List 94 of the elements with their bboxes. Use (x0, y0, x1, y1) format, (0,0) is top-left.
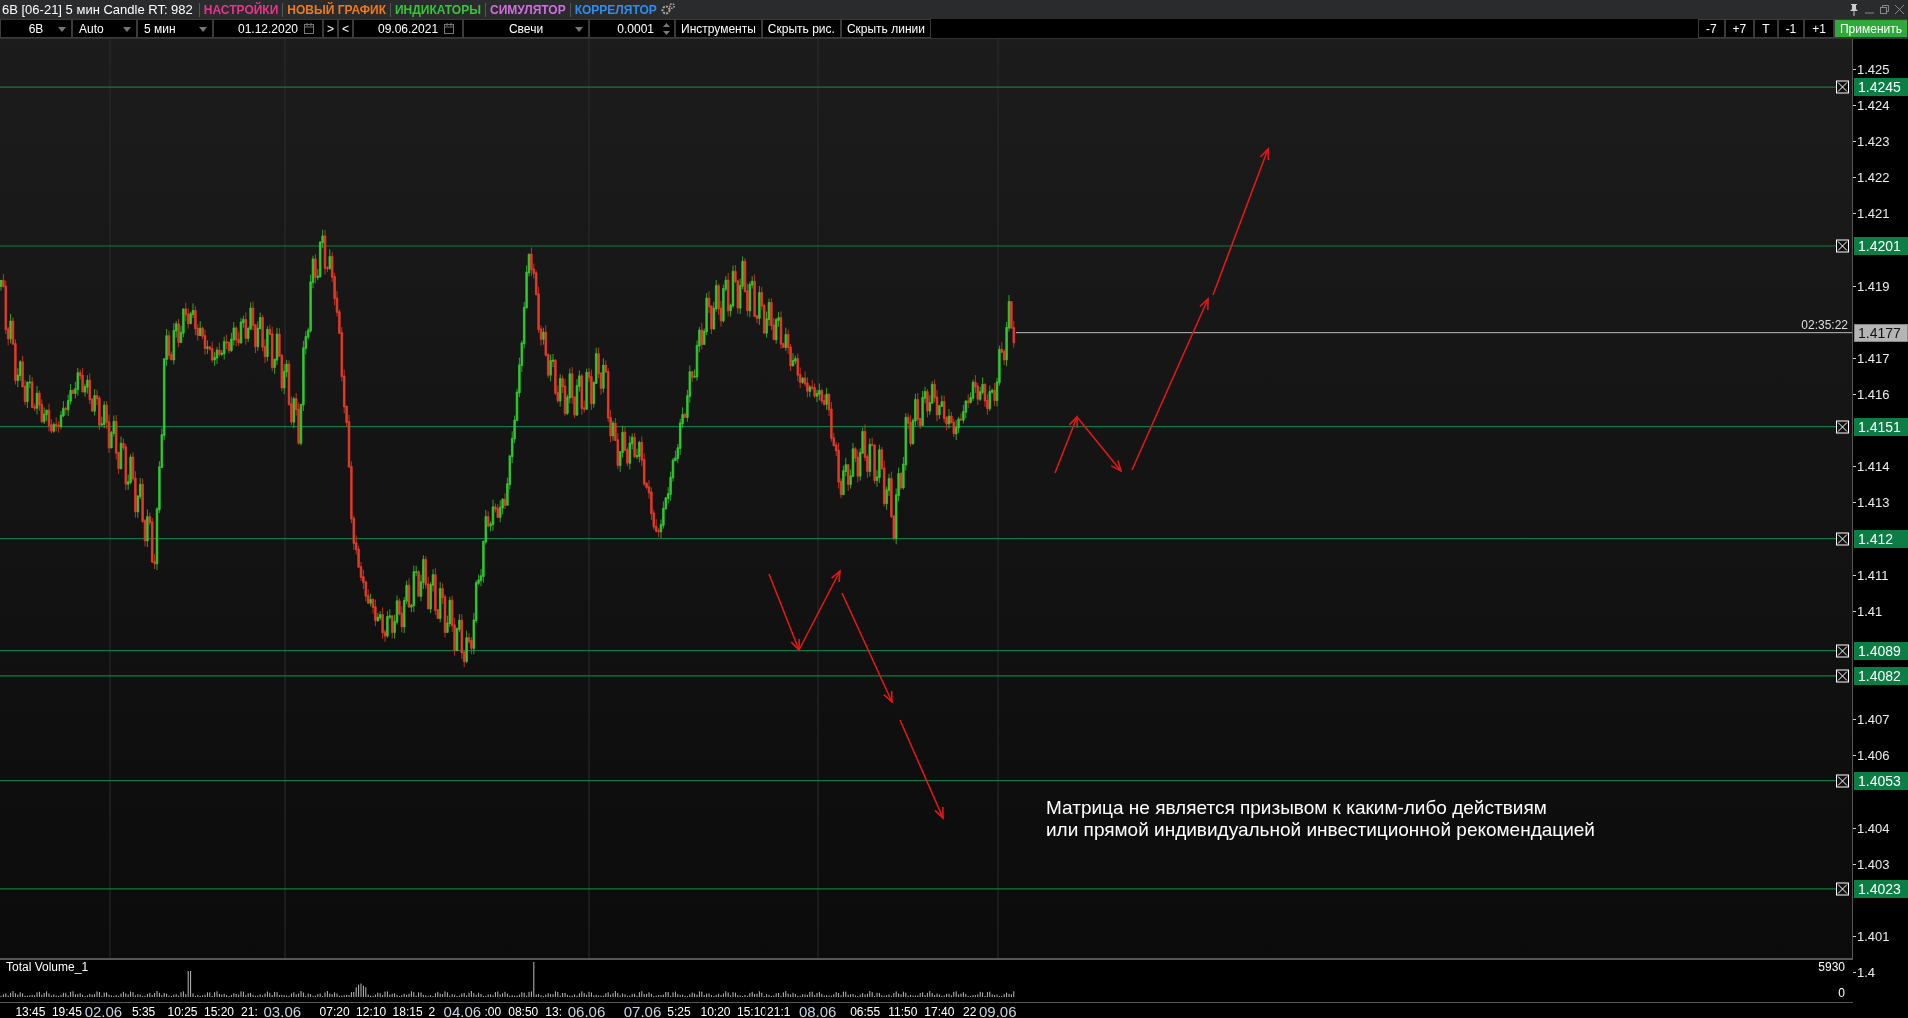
remove-level-icon[interactable] (1836, 80, 1849, 94)
caret-icon (199, 27, 207, 32)
time-label: 15:20 (202, 1005, 237, 1018)
menu-item[interactable]: КОРРЕЛЯТОР (569, 2, 661, 17)
dropdown-field[interactable]: Auto (72, 19, 137, 38)
menu-item[interactable]: СИМУЛЯТОР (484, 2, 570, 17)
price-tick-label: 1.425 (1857, 61, 1890, 77)
caret-icon (575, 27, 584, 32)
gears-icon[interactable] (660, 3, 675, 16)
level-price-label: 1.4201 (1854, 237, 1908, 255)
dropdown-field[interactable]: 6B (0, 19, 72, 38)
level-price-label: 1.4053 (1854, 771, 1908, 790)
time-label: 11:50 (886, 1005, 920, 1018)
remove-level-icon[interactable] (1836, 644, 1849, 658)
level-price-label: 1.4089 (1854, 641, 1908, 660)
price-tick-label: 1.407 (1857, 711, 1890, 727)
step-field[interactable]: 0.0001 (589, 19, 676, 38)
time-label: 06:55 (848, 1005, 883, 1018)
shift-button[interactable]: -1 (1777, 19, 1805, 38)
level-price-label: 1.4151 (1854, 417, 1908, 436)
price-tick-label: 1.404 (1857, 820, 1890, 835)
caret-icon (58, 27, 66, 32)
menu-item[interactable]: НАСТРОЙКИ (198, 2, 283, 17)
dropdown-field[interactable]: Свечи (463, 19, 590, 38)
price-tick-label: 1.414 (1857, 458, 1890, 474)
time-label: 18:15 (390, 1005, 425, 1018)
time-label: 5:25 (665, 1005, 693, 1018)
price-tick-label: 1.421 (1857, 205, 1890, 221)
shift-button[interactable]: +7 (1724, 19, 1755, 38)
calendar-icon (304, 23, 314, 34)
pane-title: Total Volume_1 (6, 960, 89, 974)
level-price-label: 1.4082 (1854, 666, 1908, 685)
disclaimer-text: Матрица не является призывом к каким-либо действиям или прямой индивидуальной инвестиционной рекомендацией (1046, 797, 1595, 841)
price-tick-label: 1.417 (1857, 350, 1890, 366)
time-label: 10:20 (698, 1005, 733, 1018)
time-label: 13:45 (13, 1005, 48, 1018)
remove-level-icon[interactable] (1836, 774, 1849, 788)
remove-level-icon[interactable] (1836, 882, 1849, 896)
menu-item[interactable]: НОВЫЙ ГРАФИК (282, 2, 390, 17)
price-tick-label: 1.423 (1857, 133, 1890, 149)
pin-icon[interactable] (1849, 3, 1859, 16)
time-label: 07:20 (317, 1005, 352, 1018)
time-label: 5:35 (129, 1005, 158, 1018)
volume-max-label: 5930 (1818, 960, 1845, 974)
dropdown-field[interactable]: 5 мин (137, 19, 213, 38)
toolbar-button[interactable]: Скрыть линии (840, 19, 931, 38)
price-tick-label: 1.41 (1857, 603, 1883, 619)
toolbar-button[interactable]: > (323, 19, 338, 38)
time-label: :00 (482, 1005, 504, 1018)
remove-level-icon[interactable] (1836, 420, 1849, 434)
toolbar-button[interactable]: Инструменты (675, 19, 762, 38)
time-label: 13: (543, 1005, 564, 1018)
price-tick-label: 1.401 (1857, 928, 1890, 944)
price-tick-label: 1.416 (1857, 386, 1890, 402)
time-label: 2 (426, 1005, 438, 1018)
shift-button[interactable]: -7 (1697, 19, 1725, 38)
time-label: 15:10 (734, 1005, 769, 1018)
level-price-label: 1.4023 (1854, 879, 1908, 898)
time-label: 19:45 (49, 1005, 84, 1018)
calendar-icon (444, 23, 455, 34)
price-tick-label: 1.419 (1857, 278, 1890, 294)
date-field[interactable]: 09.06.2021 (353, 19, 464, 38)
time-label: 12:10 (354, 1005, 389, 1018)
time-label: 21: (239, 1005, 260, 1018)
shift-button[interactable]: T (1754, 19, 1778, 38)
level-price-label: 1.412 (1854, 529, 1908, 548)
remove-level-icon[interactable] (1836, 239, 1849, 253)
shift-button[interactable]: +1 (1804, 19, 1834, 38)
price-tick-label: 1.403 (1857, 856, 1890, 872)
caret-icon (123, 27, 131, 32)
price-tick-label: 1.422 (1857, 169, 1890, 185)
remove-level-icon[interactable] (1836, 669, 1849, 683)
current-price-label: 1.4177 (1854, 323, 1908, 342)
price-tick-label: 1.424 (1857, 97, 1890, 113)
restore-icon[interactable] (1880, 5, 1889, 14)
volume-min-label: 0 (1838, 986, 1845, 1000)
price-tick-label: 1.413 (1857, 494, 1890, 510)
price-tick-label: 1.411 (1857, 567, 1889, 583)
remove-level-icon[interactable] (1836, 532, 1849, 546)
menu-item[interactable]: ИНДИКАТОРЫ (390, 2, 485, 17)
date-field[interactable]: 01.12.2020 (213, 19, 323, 38)
toolbar-button[interactable]: Скрыть рис. (761, 19, 841, 38)
price-tick-label: 1.4 (1857, 964, 1876, 980)
toolbar-button[interactable]: < (338, 19, 354, 38)
time-label: 10:25 (165, 1005, 200, 1018)
spinner-arrows-icon[interactable] (663, 22, 671, 36)
price-tick-label: 1.406 (1857, 747, 1890, 763)
candle-timer: 02:35:22 (1801, 317, 1848, 333)
time-label: 08:50 (506, 1005, 541, 1018)
level-price-label: 1.4245 (1854, 78, 1908, 97)
close-icon[interactable] (1895, 5, 1904, 14)
time-label: 17:40 (922, 1005, 957, 1018)
time-label: 22 (961, 1005, 979, 1018)
window-title: 6B [06-21] 5 мин Candle RT: 982 (1, 2, 194, 17)
